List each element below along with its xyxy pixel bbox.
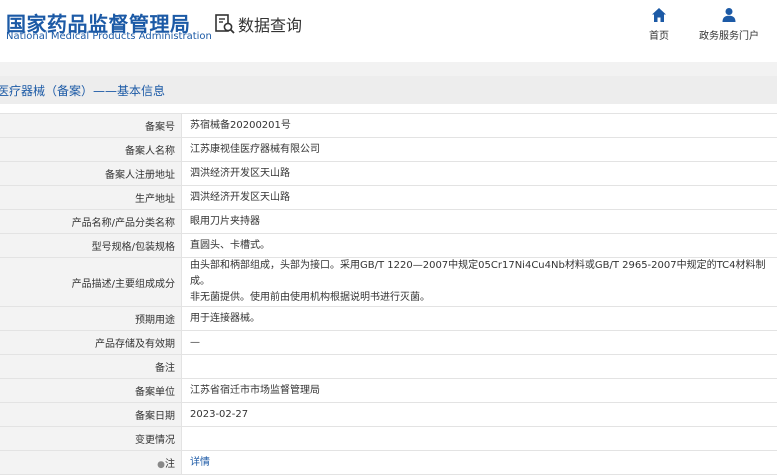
nav-home-label: 首页 — [623, 27, 695, 42]
field-label: 备注 — [0, 355, 182, 379]
field-label: 生产地址 — [0, 186, 182, 210]
table-row: 备案号 苏宿械备20200201号 — [0, 114, 777, 138]
field-value: 泗洪经济开发区天山路 — [182, 186, 777, 210]
field-value: 眼用刀片夹持器 — [182, 210, 777, 234]
field-label: 产品描述/主要组成成分 — [0, 258, 182, 307]
field-label: 变更情况 — [0, 427, 182, 451]
table-row: 变更情况 — [0, 427, 777, 451]
field-label: 备案人名称 — [0, 138, 182, 162]
field-label: 产品存储及有效期 — [0, 331, 182, 355]
field-label: 预期用途 — [0, 307, 182, 331]
section-gap — [0, 104, 777, 113]
field-value: 直圆头、卡槽式。 — [182, 234, 777, 258]
field-value: 苏宿械备20200201号 — [182, 114, 777, 138]
table-row: 生产地址 泗洪经济开发区天山路 — [0, 186, 777, 210]
home-icon — [651, 7, 667, 23]
field-label: 备案单位 — [0, 379, 182, 403]
field-label: 备案人注册地址 — [0, 162, 182, 186]
field-value: 泗洪经济开发区天山路 — [182, 162, 777, 186]
table-row: 备案人注册地址 泗洪经济开发区天山路 — [0, 162, 777, 186]
site-header: 国家药品监督管理局 National Medical Products Admi… — [0, 0, 777, 62]
detail-link[interactable]: 详情 — [190, 457, 210, 468]
description-line-1: 由头部和柄部组成，头部为接口。采用GB/T 1220—2007中规定05Cr17… — [190, 258, 777, 290]
section-title: 医疗器械（备案）——基本信息 — [0, 82, 165, 99]
table-row: 备案日期 2023-02-27 — [0, 403, 777, 427]
table-row: 预期用途 用于连接器械。 — [0, 307, 777, 331]
table-row: 备案人名称 江苏康视佳医疗器械有限公司 — [0, 138, 777, 162]
table-row: 备注 — [0, 355, 777, 379]
field-value — [182, 427, 777, 451]
info-table: 备案号 苏宿械备20200201号 备案人名称 江苏康视佳医疗器械有限公司 备案… — [0, 113, 777, 475]
nav-service-portal[interactable]: 政务服务门户 — [693, 7, 765, 42]
field-value — [182, 355, 777, 379]
note-label: 注 — [165, 459, 175, 470]
table-row: 备案单位 江苏省宿迁市市场监督管理局 — [0, 379, 777, 403]
field-value: 江苏康视佳医疗器械有限公司 — [182, 138, 777, 162]
document-search-icon — [214, 13, 236, 35]
field-value: 江苏省宿迁市市场监督管理局 — [182, 379, 777, 403]
field-value: — — [182, 331, 777, 355]
field-value: 由头部和柄部组成，头部为接口。采用GB/T 1220—2007中规定05Cr17… — [182, 258, 777, 307]
section-header: 医疗器械（备案）——基本信息 — [0, 76, 777, 104]
field-label: 备案日期 — [0, 403, 182, 427]
table-row: 产品名称/产品分类名称 眼用刀片夹持器 — [0, 210, 777, 234]
data-query-link[interactable]: 数据查询 — [214, 12, 302, 36]
pin-icon: ● — [157, 460, 165, 470]
nav-home[interactable]: 首页 — [623, 7, 695, 42]
data-query-label: 数据查询 — [238, 12, 302, 36]
header-divider — [0, 62, 777, 76]
table-row: 产品描述/主要组成成分 由头部和柄部组成，头部为接口。采用GB/T 1220—2… — [0, 258, 777, 307]
field-value: 2023-02-27 — [182, 403, 777, 427]
site-logo-subtitle: National Medical Products Administration — [6, 31, 212, 42]
user-icon — [721, 7, 737, 23]
field-value: 用于连接器械。 — [182, 307, 777, 331]
field-label: 备案号 — [0, 114, 182, 138]
field-label: 型号规格/包装规格 — [0, 234, 182, 258]
table-row: 型号规格/包装规格 直圆头、卡槽式。 — [0, 234, 777, 258]
description-line-2: 非无菌提供。使用前由使用机构根据说明书进行灭菌。 — [190, 290, 777, 306]
nav-service-portal-label: 政务服务门户 — [693, 27, 765, 42]
table-row: 产品存储及有效期 — — [0, 331, 777, 355]
field-label: 产品名称/产品分类名称 — [0, 210, 182, 234]
